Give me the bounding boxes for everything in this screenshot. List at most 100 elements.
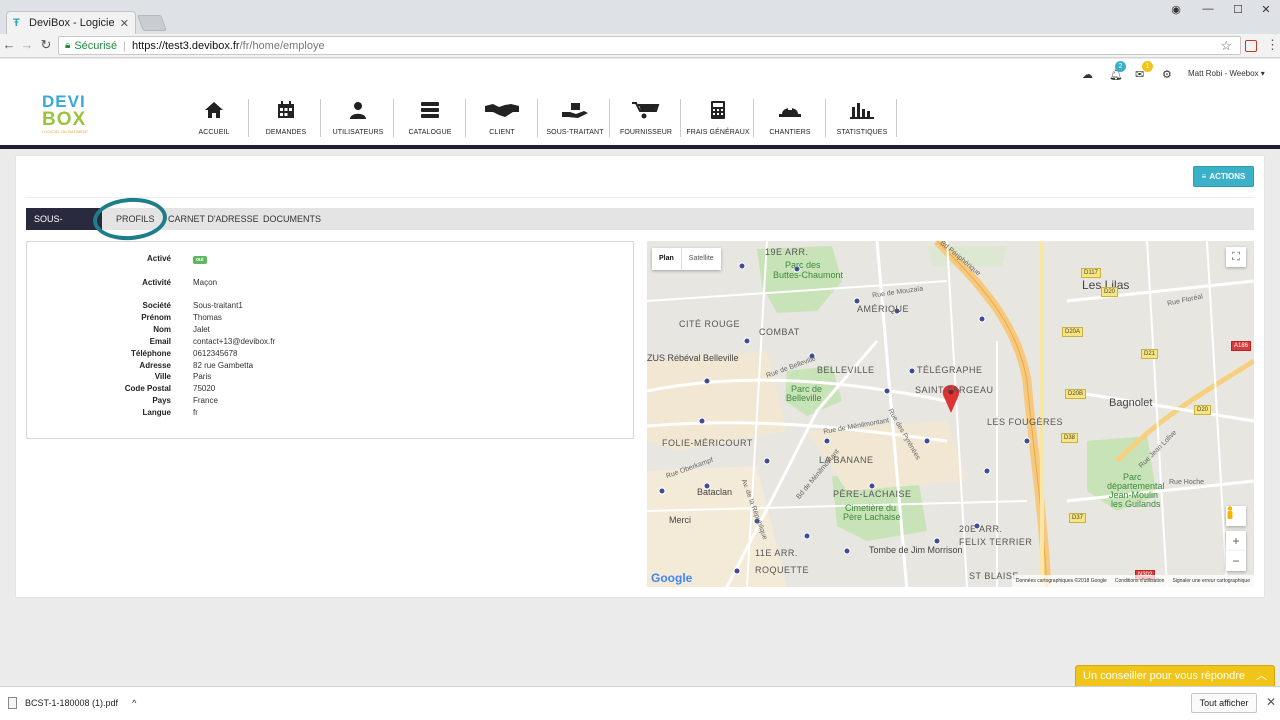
nav-frais-generaux[interactable]: FRAIS GÉNÉRAUX (682, 99, 754, 139)
map-label: 11E ARR. (755, 548, 798, 558)
mail-badge: 1 (1142, 61, 1153, 72)
detail-label: Activité (142, 278, 171, 287)
pdf-file-icon (8, 697, 17, 709)
road-tag: D20B (1065, 389, 1087, 399)
download-item[interactable]: BCST-1-180008 (1).pdf ^ (8, 697, 136, 709)
chat-widget[interactable]: Un conseiller pour vous répondre ︿ (1075, 665, 1275, 687)
detail-label: Nom (153, 325, 171, 334)
map-label: ZUS Rébéval Belleville (647, 353, 739, 363)
forward-icon[interactable]: → (18, 37, 36, 52)
map-report-link[interactable]: Signaler une erreur cartographique (1172, 578, 1250, 584)
address-bar[interactable]: 🔒︎ Sécurisé | https://test3.devibox.fr /… (58, 36, 1241, 55)
map-label: Bagnolet (1109, 397, 1153, 409)
map-label: SAINT-FARGEAU (915, 385, 994, 395)
map-base-layer (647, 241, 1254, 587)
calendar-icon (250, 99, 322, 121)
fullscreen-icon[interactable]: ⛶ (1226, 247, 1246, 267)
nav-catalogue[interactable]: CATALOGUE (394, 99, 466, 139)
hardhat-icon (754, 99, 826, 121)
settings-gear-icon[interactable]: ⚙ (1162, 68, 1172, 81)
nav-fournisseur[interactable]: FOURNISSEUR (610, 99, 682, 139)
detail-row: Code Postal 75020 (27, 384, 627, 396)
close-tab-icon[interactable]: ✕ (120, 17, 129, 30)
hand-holding-icon (539, 99, 611, 121)
nav-client[interactable]: CLIENT (466, 99, 538, 139)
browser-toolbar: ← → ↻ 🔒︎ Sécurisé | https://test3.devibo… (0, 34, 1280, 58)
detail-value: Thomas (193, 313, 222, 322)
nav-demandes[interactable]: DEMANDES (250, 99, 322, 139)
road-tag: D20 (1194, 405, 1212, 415)
nav-label: DEMANDES (265, 129, 307, 136)
secure-label: Sécurisé (74, 39, 118, 52)
url-separator: | (123, 39, 126, 52)
reload-icon[interactable]: ↻ (37, 37, 55, 53)
map-label: Merci (669, 515, 691, 525)
browser-tab[interactable]: Ŧ DeviBox - Logiciel du bat ✕ (6, 11, 136, 34)
extension-icon[interactable] (1245, 40, 1257, 52)
tab-sous-traitant[interactable]: SOUS-TRAITANT (26, 208, 102, 246)
close-download-bar-icon[interactable]: ✕ (1266, 695, 1276, 709)
calculator-icon (682, 99, 754, 121)
list-icon: ≡ (1201, 172, 1207, 181)
road-tag: D37 (1069, 513, 1087, 523)
actions-button[interactable]: ≡ ACTIONS (1193, 166, 1254, 187)
nav-chantiers[interactable]: CHANTIERS (754, 99, 826, 139)
map-label: Buttes-Chaumont (773, 270, 844, 280)
map-type-satellite[interactable]: Satellite (680, 248, 721, 270)
main-card: ≡ ACTIONS SOUS-TRAITANT PROFILS CARNET D… (15, 155, 1265, 598)
google-map[interactable]: 19E ARR. Parc des Buttes-Chaumont AMÉRIQ… (647, 241, 1254, 587)
map-street-label: Rue Hoche (1169, 479, 1205, 486)
detail-value: 82 rue Gambetta (193, 361, 254, 370)
show-all-downloads-button[interactable]: Tout afficher (1191, 693, 1257, 713)
browser-tabstrip: Ŧ DeviBox - Logiciel du bat ✕ ◉ — ☐ ✕ (0, 0, 1280, 34)
cloud-icon[interactable]: ☁ (1082, 68, 1093, 81)
map-type-plan[interactable]: Plan (652, 248, 681, 270)
user-menu[interactable]: Matt Robi - Weebox ▾ (1188, 69, 1265, 78)
lock-icon: 🔒︎ (65, 40, 71, 51)
map-label: LES FOUGÈRES (987, 417, 1064, 427)
map-label: BELLEVILLE (817, 365, 875, 375)
logo-tagline: LOGICIEL DU BATIMENT (42, 129, 89, 134)
nav-label: ACCUEIL (198, 129, 230, 136)
nav-label: CATALOGUE (408, 129, 452, 136)
detail-label: Téléphone (130, 349, 171, 358)
devibox-logo[interactable]: DEVI BOX LOGICIEL DU BATIMENT (42, 93, 92, 141)
detail-label: Langue (142, 408, 171, 417)
tab-documents[interactable]: DOCUMENTS (255, 208, 329, 230)
browser-menu-icon[interactable]: ⋮ (1266, 37, 1279, 53)
detail-value: oui (193, 254, 207, 264)
detail-row: Email contact+13@devibox.fr (27, 337, 627, 349)
header-bottom-border (0, 145, 1280, 149)
close-window-icon[interactable]: ✕ (1252, 3, 1280, 16)
account-icon[interactable]: ◉ (1162, 3, 1190, 16)
nav-label: FOURNISSEUR (619, 129, 673, 136)
nav-label: CLIENT (489, 129, 515, 136)
nav-sous-traitant[interactable]: SOUS-TRAITANT (539, 99, 611, 139)
detail-label: Adresse (139, 361, 171, 370)
zoom-out-button[interactable]: − (1226, 551, 1246, 571)
chevron-up-icon[interactable]: ^ (132, 698, 136, 708)
tab-carnet-adresse[interactable]: CARNET D'ADRESSE (160, 208, 267, 230)
map-label: FELIX TERRIER (959, 537, 1033, 547)
map-label: 20E ARR. (959, 524, 1003, 534)
map-terms-link[interactable]: Conditions d'utilisation (1115, 578, 1165, 584)
map-label: Belleville (786, 393, 822, 403)
back-icon[interactable]: ← (0, 37, 18, 52)
zoom-in-button[interactable]: + (1226, 531, 1246, 551)
nav-statistiques[interactable]: STATISTIQUES (826, 99, 898, 139)
logo-line2: BOX (42, 109, 87, 130)
bookmark-star-icon[interactable]: ☆ (1220, 38, 1232, 54)
maximize-icon[interactable]: ☐ (1224, 3, 1252, 16)
minimize-icon[interactable]: — (1194, 3, 1222, 15)
detail-row: Ville Paris (27, 372, 627, 384)
new-tab-button[interactable] (137, 15, 167, 31)
detail-row: Téléphone 0612345678 (27, 349, 627, 361)
streetview-pegman-icon[interactable] (1226, 506, 1246, 526)
nav-utilisateurs[interactable]: UTILISATEURS (322, 99, 394, 139)
road-tag: D117 (1081, 268, 1101, 278)
notification-badge: 2 (1115, 61, 1126, 72)
chevron-up-icon[interactable]: ︿ (1256, 666, 1267, 686)
map-label: PÈRE-LACHAISE (833, 489, 912, 499)
detail-row: Langue fr (27, 408, 627, 420)
nav-accueil[interactable]: ACCUEIL (178, 99, 250, 139)
